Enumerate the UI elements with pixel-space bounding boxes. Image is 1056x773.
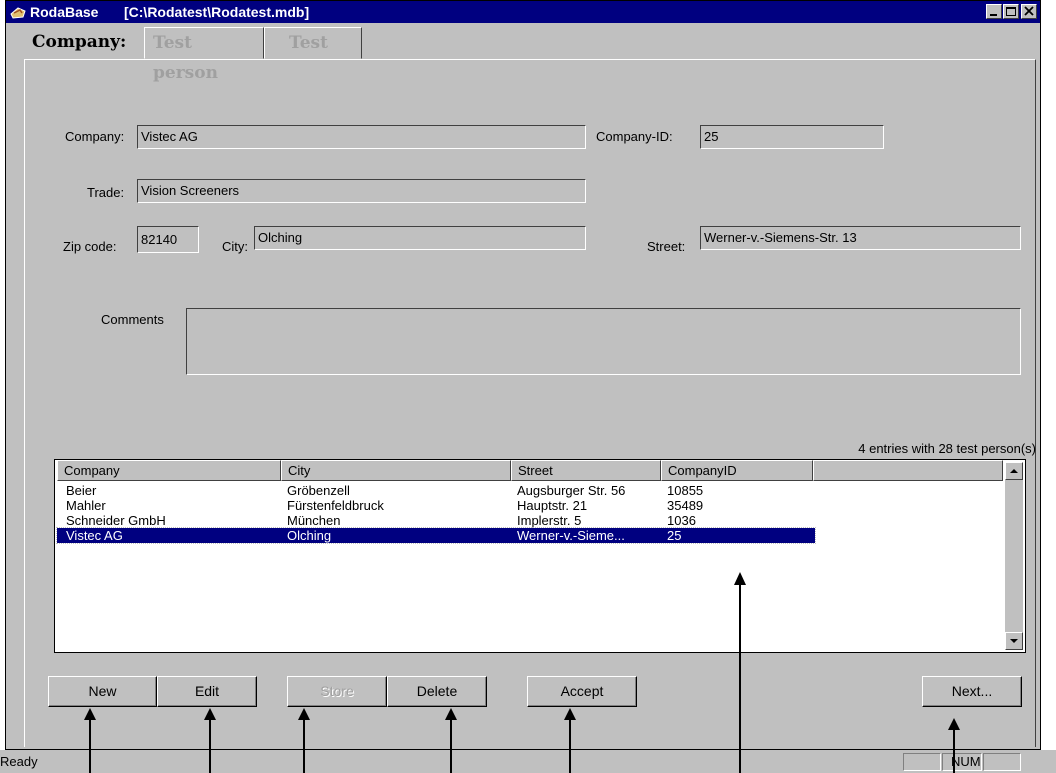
city-field[interactable]: Olching bbox=[254, 226, 586, 250]
list-scrollbar[interactable] bbox=[1005, 462, 1023, 650]
status-pane-scroll bbox=[983, 753, 1021, 771]
cell-company: Vistec AG bbox=[66, 528, 123, 543]
cell-city: München bbox=[287, 513, 341, 528]
scroll-up-button[interactable] bbox=[1005, 462, 1023, 480]
app-icon bbox=[10, 7, 26, 19]
maximize-icon bbox=[1006, 7, 1016, 16]
list-item[interactable]: Mahler Fürstenfeldbruck Hauptstr. 21 354… bbox=[57, 498, 815, 513]
store-button[interactable]: Store bbox=[287, 676, 387, 707]
status-pane-num: NUM bbox=[942, 753, 982, 771]
city-label: City: bbox=[222, 239, 248, 254]
cell-street: Werner-v.-Sieme... bbox=[517, 528, 625, 543]
minimize-button[interactable] bbox=[986, 4, 1002, 19]
app-title: RodaBase bbox=[30, 4, 99, 20]
minimize-icon bbox=[990, 14, 997, 16]
column-header-companyid[interactable]: CompanyID bbox=[661, 460, 813, 481]
maximize-button[interactable] bbox=[1003, 4, 1019, 19]
delete-button[interactable]: Delete bbox=[387, 676, 487, 707]
cell-companyid: 1036 bbox=[667, 513, 696, 528]
cell-city: Olching bbox=[287, 528, 332, 543]
column-header-company[interactable]: Company bbox=[57, 460, 281, 481]
trade-field[interactable]: Vision Screeners bbox=[137, 179, 586, 203]
arrow-up-icon bbox=[1010, 469, 1018, 473]
status-text: Ready bbox=[0, 754, 38, 769]
tab-test[interactable]: Test bbox=[264, 27, 362, 59]
zip-code-field[interactable]: 82140 bbox=[137, 226, 199, 253]
list-item-selected[interactable]: Vistec AG Olching Werner-v.-Sieme... 25 bbox=[56, 527, 816, 544]
cell-street: Hauptstr. 21 bbox=[517, 498, 588, 513]
company-id-field[interactable]: 25 bbox=[700, 125, 884, 149]
tab-test-person[interactable]: Test person bbox=[144, 27, 264, 83]
entries-summary: 4 entries with 28 test person(s) bbox=[858, 441, 1036, 456]
list-item[interactable]: Schneider GmbH München Implerstr. 5 1036 bbox=[57, 513, 815, 528]
cell-company: Beier bbox=[66, 483, 97, 498]
next-button[interactable]: Next... bbox=[922, 676, 1022, 707]
trade-label: Trade: bbox=[87, 185, 125, 200]
cell-companyid: 35489 bbox=[667, 498, 704, 513]
cell-street: Augsburger Str. 56 bbox=[517, 483, 626, 498]
column-header-city[interactable]: City bbox=[281, 460, 511, 481]
close-icon bbox=[1024, 6, 1034, 16]
company-list[interactable]: Company City Street CompanyID Beier Gröb… bbox=[54, 459, 1026, 653]
cell-companyid: 25 bbox=[667, 528, 682, 543]
cell-companyid: 10855 bbox=[667, 483, 704, 498]
file-path: [C:\Rodatest\Rodatest.mdb] bbox=[124, 4, 310, 20]
cell-city: Gröbenzell bbox=[287, 483, 350, 498]
scroll-down-button[interactable] bbox=[1005, 632, 1023, 650]
column-header-empty bbox=[813, 460, 1003, 481]
cell-company: Mahler bbox=[66, 498, 106, 513]
company-label: Company: bbox=[65, 129, 125, 144]
comments-field[interactable] bbox=[186, 308, 1021, 375]
list-item[interactable]: Beier Gröbenzell Augsburger Str. 56 1085… bbox=[57, 483, 815, 498]
column-header-street[interactable]: Street bbox=[511, 460, 661, 481]
edit-button[interactable]: Edit bbox=[157, 676, 257, 707]
company-id-label: Company-ID: bbox=[596, 129, 673, 144]
status-bar: Ready NUM bbox=[0, 750, 1056, 773]
zip-code-label: Zip code: bbox=[63, 239, 117, 254]
main-window: RodaBase [C:\Rodatest\Rodatest.mdb] Comp… bbox=[5, 0, 1041, 750]
new-button[interactable]: New bbox=[48, 676, 157, 707]
cell-street: Implerstr. 5 bbox=[517, 513, 582, 528]
street-field[interactable]: Werner-v.-Siemens-Str. 13 bbox=[700, 226, 1021, 250]
status-pane-caps bbox=[903, 753, 941, 771]
cell-company: Schneider GmbH bbox=[66, 513, 166, 528]
tab-company[interactable]: Company: bbox=[24, 27, 142, 59]
street-label: Street: bbox=[647, 239, 686, 254]
close-button[interactable] bbox=[1021, 4, 1037, 19]
arrow-down-icon bbox=[1010, 639, 1018, 643]
comments-label: Comments bbox=[101, 312, 164, 327]
cell-city: Fürstenfeldbruck bbox=[287, 498, 384, 513]
accept-button[interactable]: Accept bbox=[527, 676, 637, 707]
company-field[interactable]: Vistec AG bbox=[137, 125, 586, 149]
title-bar[interactable]: RodaBase [C:\Rodatest\Rodatest.mdb] bbox=[6, 1, 1040, 23]
